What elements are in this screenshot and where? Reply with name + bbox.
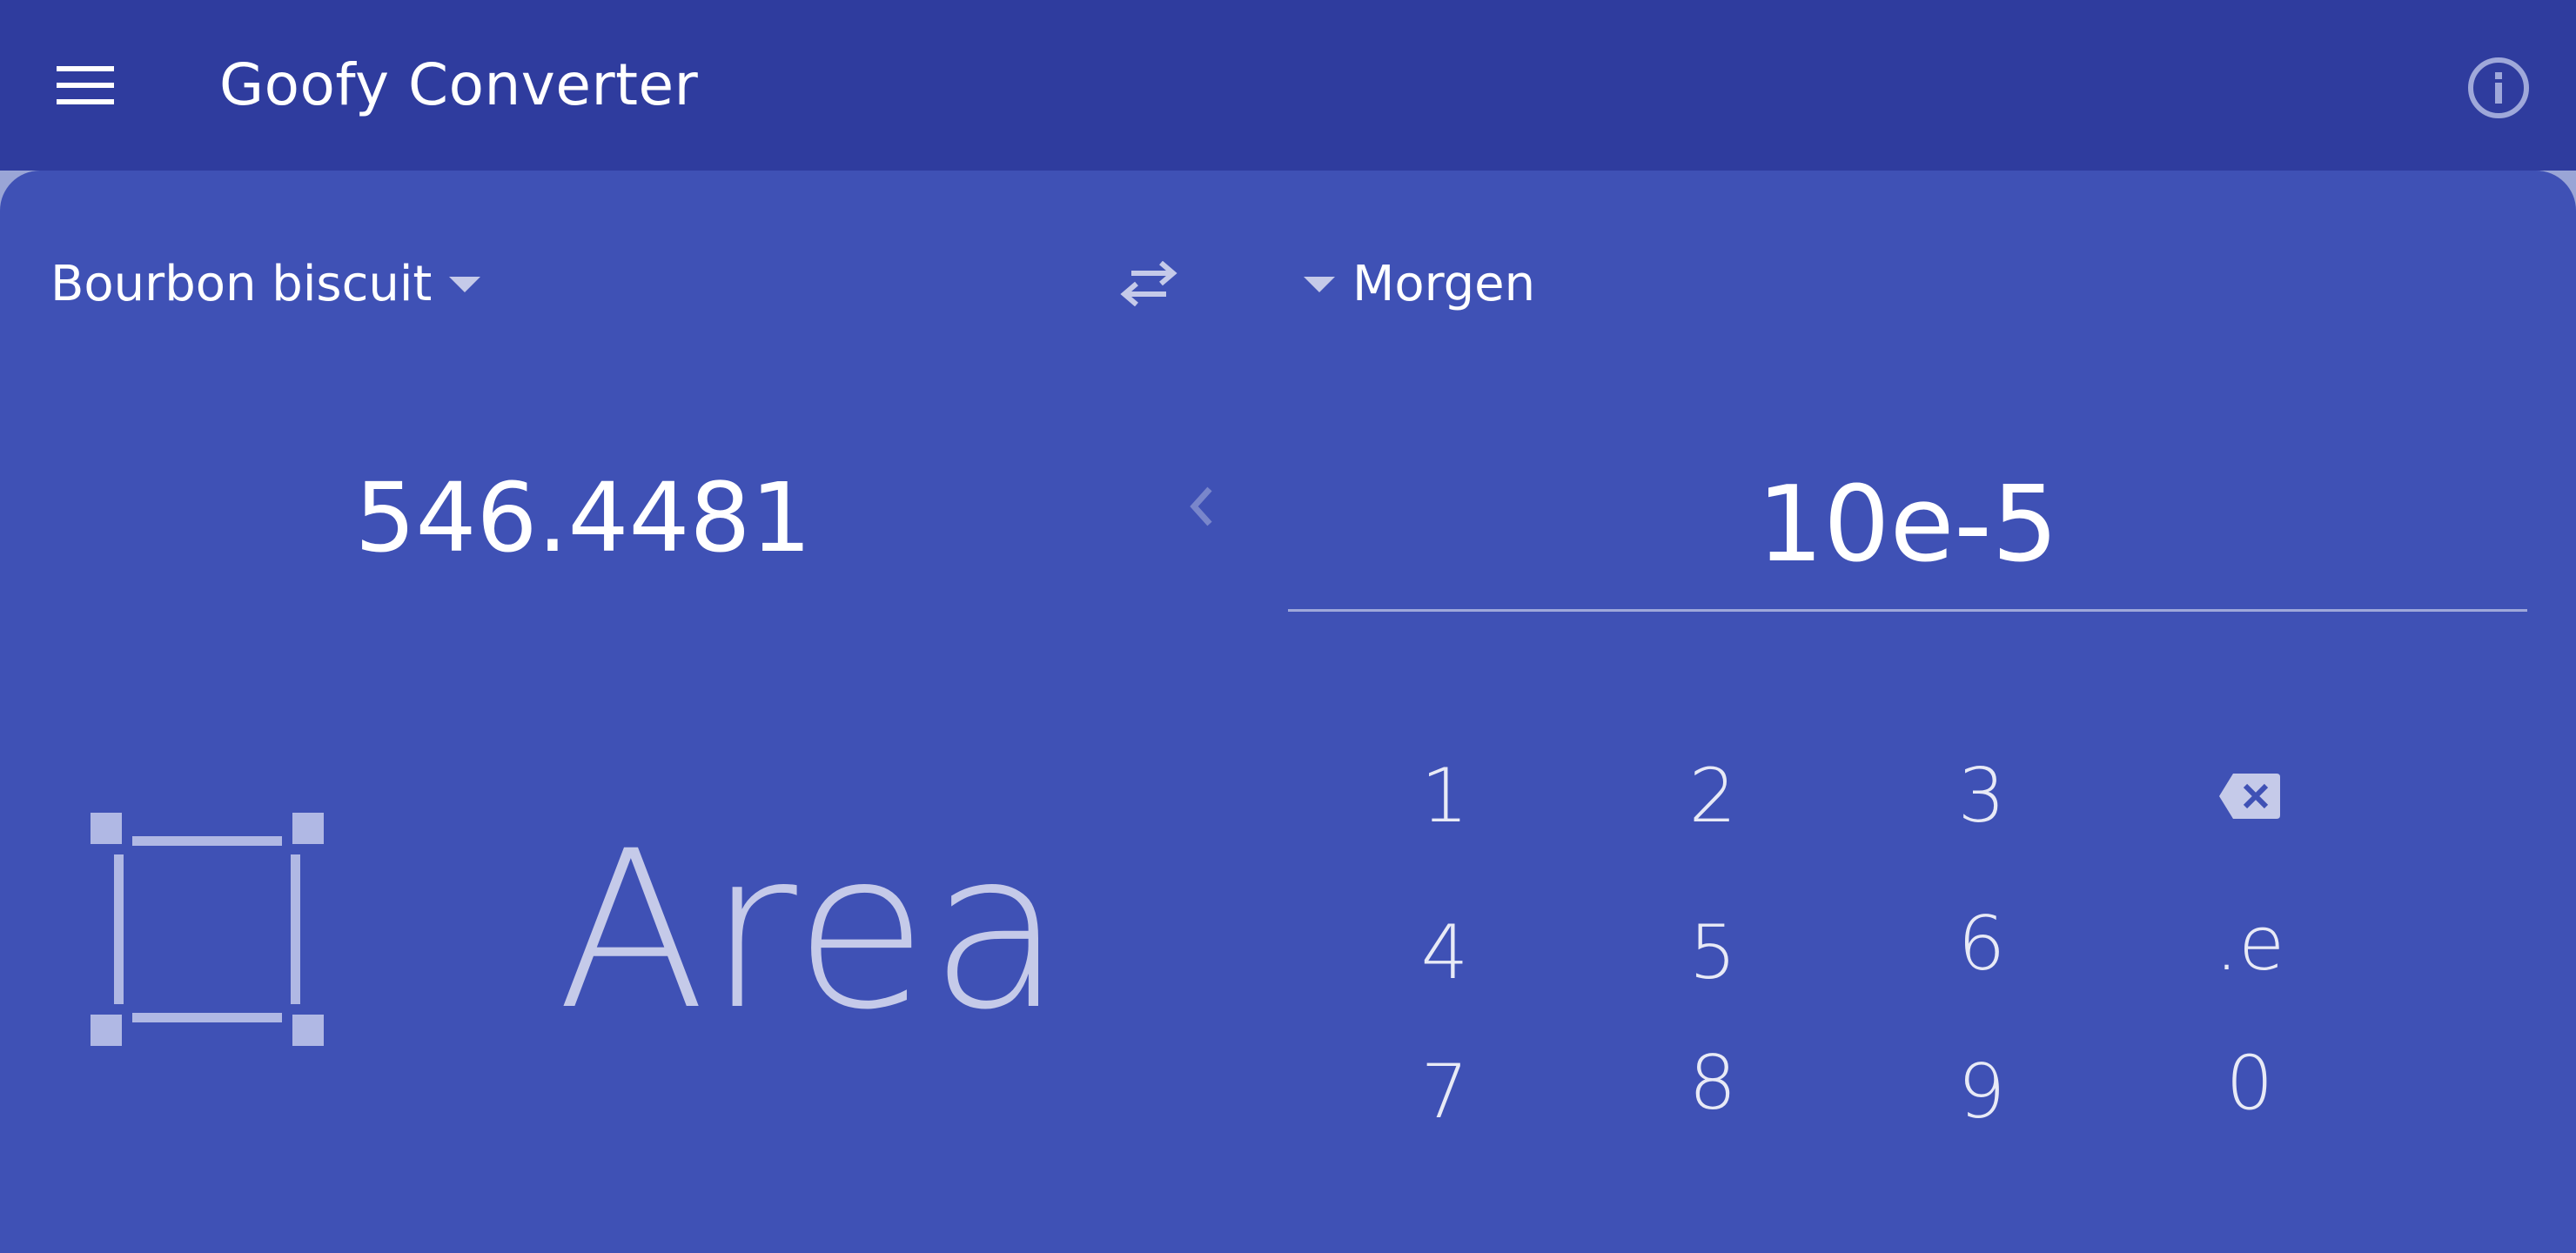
key-8[interactable]: 8 — [1643, 1018, 1782, 1149]
chevron-left-icon — [1190, 486, 1212, 526]
key-2[interactable]: 2 — [1643, 731, 1782, 861]
info-button[interactable] — [2459, 49, 2538, 127]
area-square-icon — [91, 813, 324, 1046]
menu-button[interactable] — [35, 42, 136, 129]
key-0[interactable]: 0 — [2180, 1018, 2319, 1149]
from-unit-label: Bourbon biscuit — [50, 256, 433, 312]
to-unit-dropdown[interactable]: Morgen — [1304, 254, 1535, 315]
swap-arrows-icon — [1120, 261, 1177, 306]
key-1[interactable]: 1 — [1375, 731, 1514, 861]
key-6[interactable]: 6 — [1912, 879, 2051, 1009]
collapse-keypad-button[interactable] — [1175, 480, 1227, 533]
swap-units-button[interactable] — [1114, 252, 1184, 315]
dropdown-arrow-icon — [1304, 277, 1335, 292]
input-value-text: 10e-5 — [1756, 465, 2059, 586]
from-unit-dropdown[interactable]: Bourbon biscuit — [50, 254, 481, 315]
number-keypad: 1 2 3 4 5 6 .e 7 8 9 0 — [1375, 731, 2454, 1140]
key-4[interactable]: 4 — [1375, 888, 1514, 1018]
converted-output-value: 546.4481 — [354, 462, 812, 573]
app-title: Goofy Converter — [219, 51, 699, 118]
category-label: Area — [557, 804, 1065, 1057]
info-circle-icon — [2468, 57, 2529, 118]
key-5[interactable]: 5 — [1643, 888, 1782, 1018]
key-7[interactable]: 7 — [1375, 1027, 1514, 1157]
hamburger-menu-icon — [57, 66, 114, 104]
app-bar: Goofy Converter — [0, 0, 2576, 171]
to-unit-label: Morgen — [1352, 256, 1536, 312]
input-value-field[interactable]: 10e-5 — [1288, 452, 2527, 612]
backspace-key[interactable] — [2180, 731, 2319, 861]
backspace-icon — [2219, 774, 2280, 819]
key-3[interactable]: 3 — [1912, 731, 2051, 861]
dropdown-arrow-icon — [449, 277, 481, 292]
key-9[interactable]: 9 — [1912, 1027, 2051, 1157]
key-decimal-exponent[interactable]: .e — [2180, 879, 2319, 1009]
